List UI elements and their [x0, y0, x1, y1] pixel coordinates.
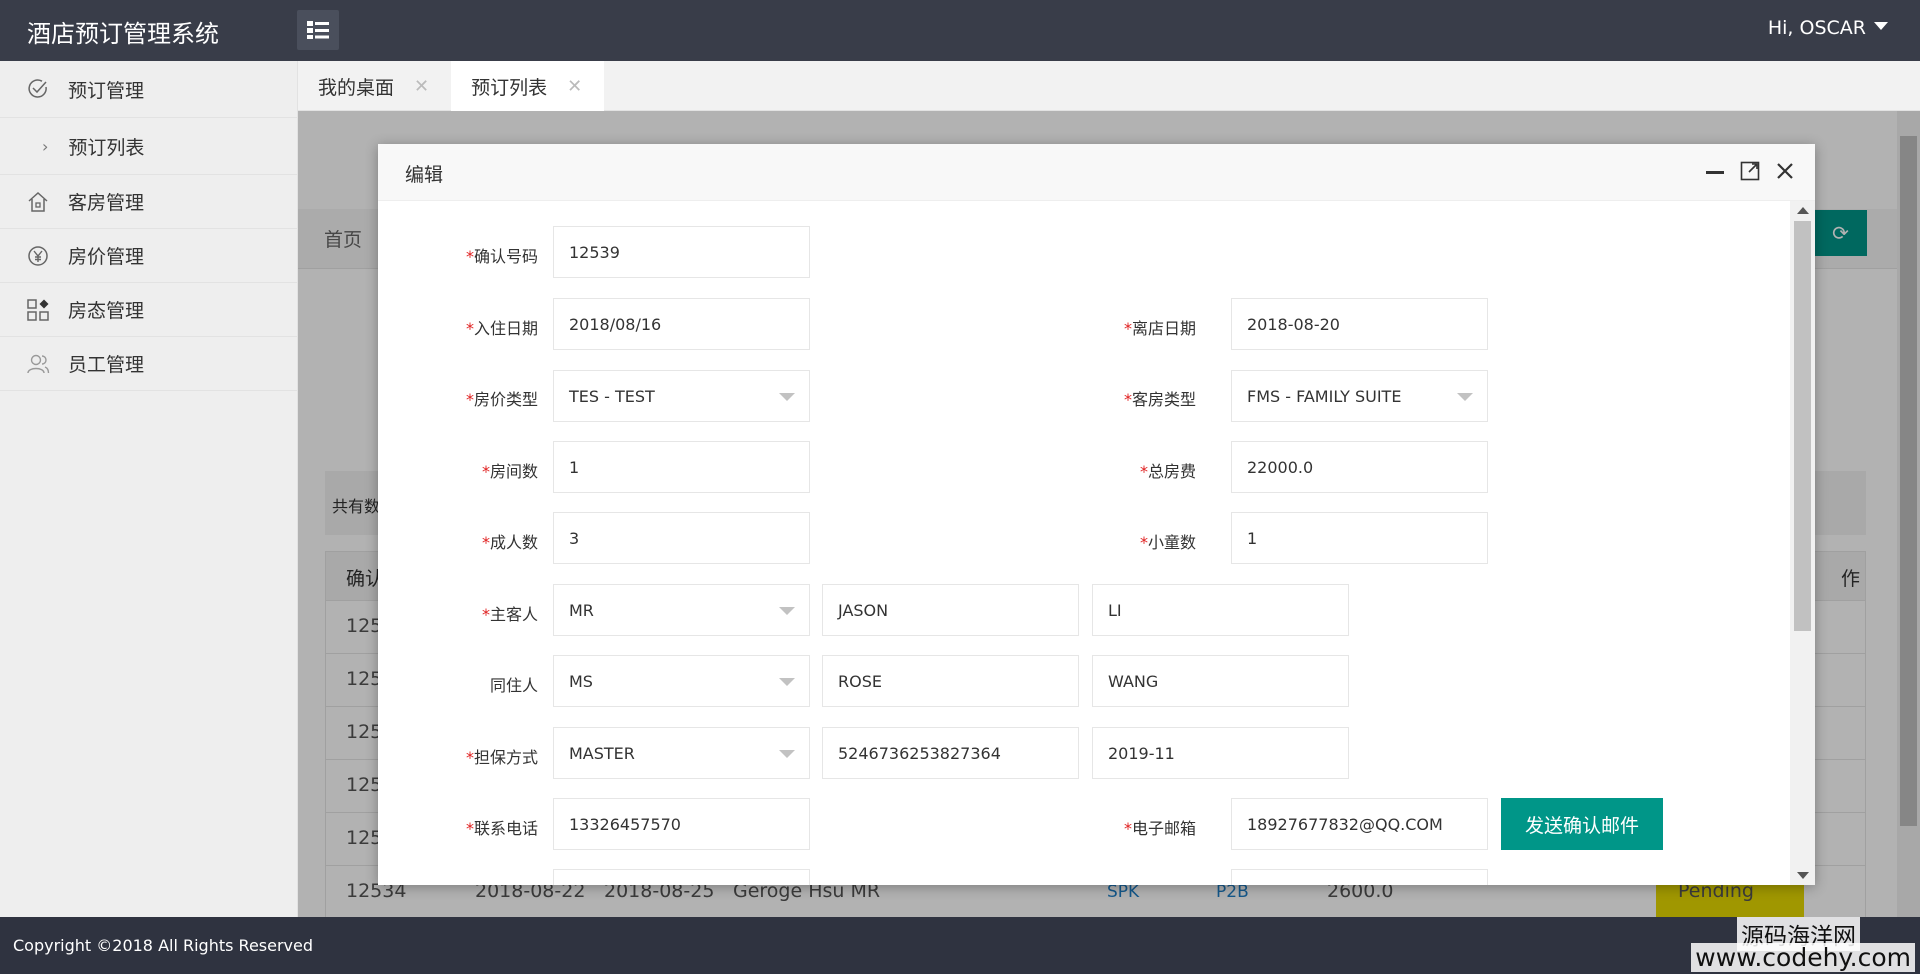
close-icon[interactable]	[1772, 158, 1798, 184]
sidebar: 预订管理 › 预订列表 客房管理 房价管理 房态管理 员工管理	[0, 61, 298, 917]
adult-count-field[interactable]: 3	[553, 512, 810, 564]
tab-desktop[interactable]: 我的桌面 ✕	[298, 61, 451, 111]
card-number-field[interactable]: 5246736253827364	[822, 727, 1079, 779]
sidebar-item-label: 员工管理	[68, 354, 145, 376]
field-label: *总房费	[1139, 462, 1196, 481]
total-charge-field[interactable]: 22000.0	[1231, 441, 1488, 493]
main-guest-last-name-field[interactable]: LI	[1092, 584, 1349, 636]
users-icon	[26, 352, 50, 376]
chevron-right-icon: ›	[42, 136, 49, 156]
sidebar-item-label: 客房管理	[68, 192, 145, 214]
sidebar-item-label: 房态管理	[68, 300, 145, 322]
top-bar: 酒店预订管理系统 Hi, OSCAR	[0, 0, 1920, 61]
next-row-field[interactable]	[553, 869, 810, 885]
arrival-date-field[interactable]: 2018/08/16	[553, 298, 810, 350]
field-label: 同住人	[489, 676, 538, 695]
home-icon	[26, 190, 50, 214]
caret-down-icon	[1874, 22, 1888, 30]
list-icon	[307, 21, 329, 39]
room-count-field[interactable]: 1	[553, 441, 810, 493]
check-circle-icon	[26, 77, 50, 101]
app-title: 酒店预订管理系统	[27, 20, 219, 48]
email-field[interactable]: 18927677832@QQ.COM	[1231, 798, 1488, 850]
tab-bar: 我的桌面 ✕ 预订列表 ✕	[298, 61, 1920, 111]
sidebar-item-label: 预订列表	[68, 136, 145, 159]
tab-label: 我的桌面	[318, 76, 395, 99]
guarantee-method-select[interactable]: MASTER	[553, 727, 810, 779]
field-label: *成人数	[481, 533, 538, 552]
field-label: *担保方式	[465, 748, 538, 767]
next-row-field[interactable]	[1231, 869, 1488, 885]
dialog-scrollbar[interactable]	[1790, 201, 1815, 885]
field-label: *小童数	[1139, 533, 1196, 552]
scroll-down-icon[interactable]	[1797, 872, 1809, 879]
confirm-number-field[interactable]: 12539	[553, 226, 810, 278]
field-label: *联系电话	[465, 819, 538, 838]
child-count-field[interactable]: 1	[1231, 512, 1488, 564]
sidebar-item-rates[interactable]: 房价管理	[0, 229, 297, 283]
field-label: *主客人	[481, 605, 538, 624]
sidebar-item-reservation-list[interactable]: › 预订列表	[0, 118, 297, 175]
menu-toggle-button[interactable]	[297, 10, 339, 50]
field-label: *房价类型	[465, 390, 538, 409]
field-label: *离店日期	[1123, 319, 1196, 338]
close-tab-icon[interactable]: ✕	[414, 76, 429, 97]
rate-type-select[interactable]: TES - TEST	[553, 370, 810, 422]
footer: Copyright ©2018 All Rights Reserved 源码海洋…	[0, 917, 1920, 974]
sidebar-item-room-status[interactable]: 房态管理	[0, 283, 297, 337]
yen-icon	[26, 244, 50, 268]
copyright-text: Copyright ©2018 All Rights Reserved	[13, 936, 314, 955]
companion-first-name-field[interactable]: ROSE	[822, 655, 1079, 707]
dialog-title: 编辑	[405, 164, 444, 186]
field-label: *电子邮箱	[1123, 819, 1196, 838]
minimize-icon[interactable]	[1702, 158, 1728, 184]
tab-label: 预订列表	[471, 76, 548, 99]
scrollbar-thumb[interactable]	[1794, 221, 1811, 631]
tab-reservation-list[interactable]: 预订列表 ✕	[451, 61, 605, 111]
grid-icon	[26, 298, 50, 322]
dialog-header: 编辑	[378, 144, 1815, 201]
send-confirmation-email-button[interactable]: 发送确认邮件	[1501, 798, 1663, 850]
companion-last-name-field[interactable]: WANG	[1092, 655, 1349, 707]
room-type-select[interactable]: FMS - FAMILY SUITE	[1231, 370, 1488, 422]
phone-field[interactable]: 13326457570	[553, 798, 810, 850]
field-label: *客房类型	[1123, 390, 1196, 409]
main-guest-first-name-field[interactable]: JASON	[822, 584, 1079, 636]
scroll-up-icon[interactable]	[1797, 207, 1809, 214]
dialog-body: *确认号码 12539 *入住日期 2018/08/16 *离店日期 2018-…	[378, 201, 1790, 885]
user-menu[interactable]: Hi, OSCAR	[1768, 17, 1888, 39]
user-greeting: Hi, OSCAR	[1767, 17, 1866, 39]
field-label: *房间数	[481, 462, 538, 481]
sidebar-item-label: 预订管理	[68, 79, 145, 102]
edit-dialog: 编辑 *确认号码 12539 *入住日期 2018/08/16 *离店日期 20…	[378, 144, 1815, 885]
close-tab-icon[interactable]: ✕	[567, 76, 582, 97]
watermark-url: www.codehy.com	[1691, 943, 1915, 972]
departure-date-field[interactable]: 2018-08-20	[1231, 298, 1488, 350]
maximize-icon[interactable]	[1737, 158, 1763, 184]
sidebar-item-rooms[interactable]: 客房管理	[0, 175, 297, 229]
sidebar-item-label: 房价管理	[68, 246, 145, 268]
companion-title-select[interactable]: MS	[553, 655, 810, 707]
sidebar-item-reservation[interactable]: 预订管理	[0, 61, 297, 118]
main-guest-title-select[interactable]: MR	[553, 584, 810, 636]
field-label: *入住日期	[465, 319, 538, 338]
sidebar-item-staff[interactable]: 员工管理	[0, 337, 297, 391]
field-label: *确认号码	[465, 247, 538, 266]
card-expiry-field[interactable]: 2019-11	[1092, 727, 1349, 779]
